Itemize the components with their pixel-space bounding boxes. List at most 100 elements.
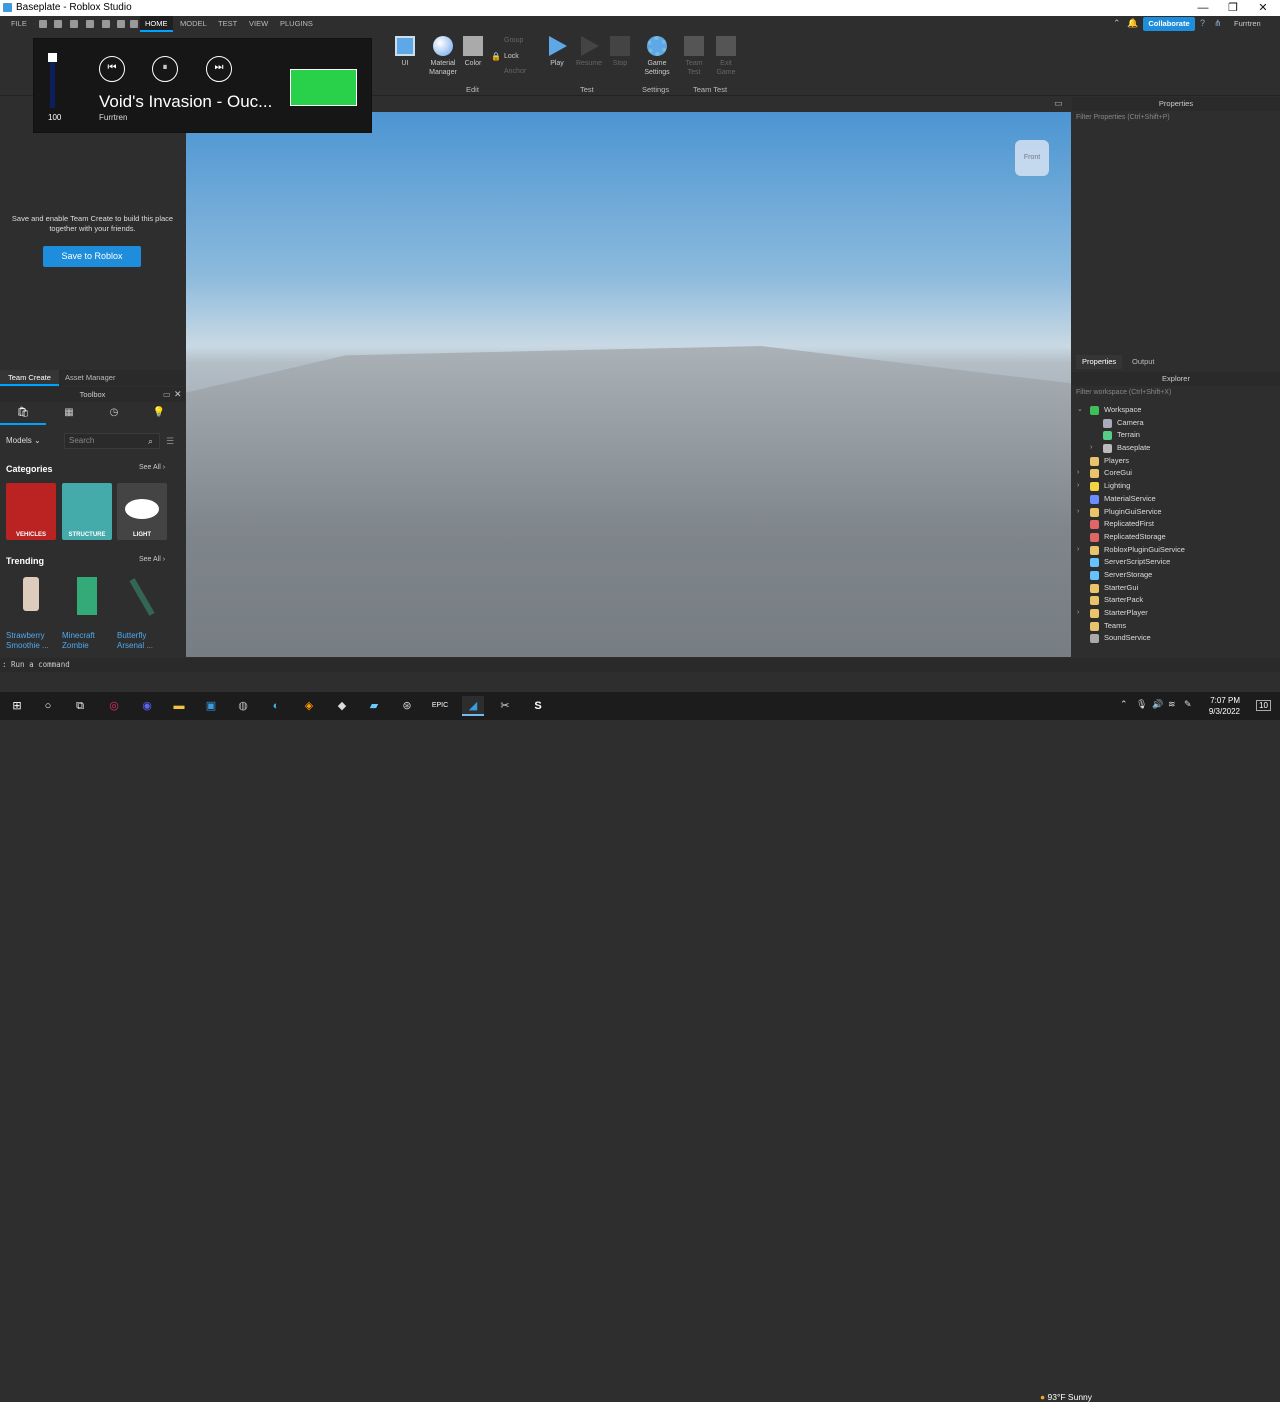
- new-icon[interactable]: [39, 20, 47, 28]
- tab-home[interactable]: HOME: [140, 16, 173, 32]
- search-icon[interactable]: ○: [37, 696, 59, 716]
- lock-button[interactable]: Lock: [504, 53, 519, 60]
- publish-icon[interactable]: [86, 20, 94, 28]
- anchor-button[interactable]: Anchor: [504, 68, 526, 75]
- notifications-badge[interactable]: 10: [1256, 700, 1271, 711]
- obs-icon[interactable]: ⊛: [396, 696, 418, 716]
- explorer-item-lighting[interactable]: › Lighting: [1076, 480, 1270, 493]
- material-manager-button[interactable]: Material Manager: [426, 36, 460, 77]
- tray-chevron-icon[interactable]: ⌃: [1120, 699, 1128, 710]
- explorer-item-materialservice[interactable]: MaterialService: [1076, 493, 1270, 506]
- minimize-button[interactable]: —: [1188, 0, 1218, 16]
- dock-icon[interactable]: ▭: [163, 390, 171, 399]
- file-explorer-icon[interactable]: ▬: [168, 696, 190, 716]
- pause-button[interactable]: ⏸: [152, 56, 178, 82]
- user-name[interactable]: Furrtren: [1234, 19, 1261, 28]
- expand-chevron-icon[interactable]: ›: [1077, 544, 1085, 557]
- models-dropdown[interactable]: Models ⌄: [6, 433, 58, 449]
- app-icon[interactable]: ◆: [331, 696, 353, 716]
- tab-plugins[interactable]: PLUGINS: [275, 16, 318, 32]
- epic-games-icon[interactable]: EPIC: [429, 696, 451, 716]
- stop-button[interactable]: Stop: [608, 36, 632, 68]
- tab-test[interactable]: TEST: [213, 16, 242, 32]
- roblox-studio-taskbar-icon[interactable]: ◢: [462, 696, 484, 716]
- close-button[interactable]: ✕: [1248, 0, 1278, 16]
- explorer-item-teams[interactable]: Teams: [1076, 620, 1270, 633]
- microphone-icon[interactable]: 🎙: [1136, 699, 1147, 710]
- resume-button[interactable]: Resume: [574, 36, 604, 68]
- maximize-button[interactable]: ❐: [1218, 0, 1248, 16]
- expand-chevron-icon[interactable]: ›: [1090, 442, 1098, 455]
- windows-start-icon[interactable]: ⊞: [6, 696, 28, 716]
- exit-game-button[interactable]: Exit Game: [712, 36, 740, 77]
- fullscreen-icon[interactable]: ▭: [1054, 98, 1063, 109]
- task-view-icon[interactable]: ⧉: [69, 696, 91, 716]
- redo-icon[interactable]: [130, 20, 138, 28]
- clock[interactable]: 7:07 PM 9/3/2022: [1198, 695, 1240, 717]
- explorer-item-players[interactable]: Players: [1076, 455, 1270, 468]
- close-toolbox-icon[interactable]: ✕: [174, 389, 182, 400]
- steam-icon[interactable]: ◍: [232, 696, 254, 716]
- properties-filter-input[interactable]: Filter Properties (Ctrl+Shift+P): [1076, 114, 1170, 121]
- trending-label[interactable]: Butterfly Arsenal ...: [117, 631, 153, 651]
- marketplace-icon[interactable]: 🛍: [0, 407, 46, 425]
- trending-label[interactable]: Minecraft Zombie: [62, 631, 95, 651]
- file-menu[interactable]: FILE: [6, 16, 32, 32]
- view-cube[interactable]: Front: [1015, 140, 1049, 176]
- share-icon[interactable]: ⌃: [1113, 18, 1121, 29]
- tab-properties[interactable]: Properties: [1076, 355, 1123, 369]
- wifi-icon[interactable]: ≋: [1168, 699, 1176, 710]
- pen-icon[interactable]: ✎: [1184, 699, 1192, 710]
- next-track-button[interactable]: ⏭: [206, 56, 232, 82]
- category-structure[interactable]: STRUCTURE: [62, 483, 112, 540]
- toolbox-search-input[interactable]: Search: [64, 433, 160, 449]
- tab-view[interactable]: VIEW: [244, 16, 273, 32]
- game-settings-button[interactable]: Game Settings: [640, 36, 674, 77]
- explorer-item-terrain[interactable]: Terrain: [1076, 429, 1270, 442]
- help-icon[interactable]: ?: [1200, 18, 1205, 28]
- explorer-item-serverscriptservice[interactable]: ServerScriptService: [1076, 556, 1270, 569]
- team-test-button[interactable]: Team Test: [680, 36, 708, 77]
- previous-track-button[interactable]: ⏮: [99, 56, 125, 82]
- explorer-item-soundservice[interactable]: SoundService: [1076, 632, 1270, 645]
- discord-icon[interactable]: ◉: [136, 696, 158, 716]
- explorer-item-replicatedstorage[interactable]: ReplicatedStorage: [1076, 531, 1270, 544]
- search-icon[interactable]: ⌕: [148, 436, 153, 447]
- volume-icon[interactable]: 🔊: [1152, 699, 1163, 710]
- explorer-item-robloxpluginguiservice[interactable]: › RobloxPluginGuiService: [1076, 544, 1270, 557]
- explorer-item-starterpack[interactable]: StarterPack: [1076, 594, 1270, 607]
- explorer-filter-input[interactable]: Filter workspace (Ctrl+Shift+X): [1076, 389, 1171, 396]
- explorer-item-camera[interactable]: Camera: [1076, 417, 1270, 430]
- collaborate-button[interactable]: Collaborate: [1143, 17, 1195, 31]
- category-vehicles[interactable]: VEHICLES: [6, 483, 56, 540]
- explorer-item-baseplate[interactable]: › Baseplate: [1076, 442, 1270, 455]
- share-network-icon[interactable]: ⋔: [1214, 18, 1222, 29]
- explorer-item-starterplayer[interactable]: › StarterPlayer: [1076, 607, 1270, 620]
- trending-see-all[interactable]: See All ›: [139, 556, 165, 563]
- expand-chevron-icon[interactable]: ›: [1077, 607, 1085, 620]
- creations-icon[interactable]: 💡: [136, 407, 182, 425]
- play-button[interactable]: Play: [544, 36, 570, 68]
- filter-icon[interactable]: ☰: [166, 436, 174, 447]
- trending-item-minecraft-zombie[interactable]: [62, 577, 112, 617]
- explorer-item-workspace[interactable]: ⌄ Workspace: [1076, 404, 1270, 417]
- volume-knob[interactable]: [48, 53, 57, 62]
- open-icon[interactable]: [54, 20, 62, 28]
- weather-widget[interactable]: ● 93°F Sunny: [1040, 1392, 1092, 1402]
- expand-chevron-icon[interactable]: ›: [1077, 467, 1085, 480]
- ui-button[interactable]: UI: [392, 36, 418, 68]
- trending-item-butterfly-arsenal[interactable]: [117, 577, 167, 617]
- trending-label[interactable]: Strawberry Smoothie ...: [6, 631, 49, 651]
- undo-icon[interactable]: [117, 20, 125, 28]
- tab-team-create[interactable]: Team Create: [0, 370, 59, 386]
- store-icon[interactable]: ▣: [200, 696, 222, 716]
- category-light[interactable]: LIGHT: [117, 483, 167, 540]
- explorer-item-pluginguiservice[interactable]: › PluginGuiService: [1076, 506, 1270, 519]
- tab-output[interactable]: Output: [1126, 355, 1161, 369]
- instagram-icon[interactable]: ◎: [103, 696, 125, 716]
- categories-see-all[interactable]: See All ›: [139, 464, 165, 471]
- edge-icon[interactable]: ◐: [265, 696, 287, 716]
- command-bar[interactable]: : Run a command: [0, 658, 1280, 672]
- volume-slider[interactable]: [48, 53, 57, 108]
- s-app-icon[interactable]: S: [527, 696, 549, 716]
